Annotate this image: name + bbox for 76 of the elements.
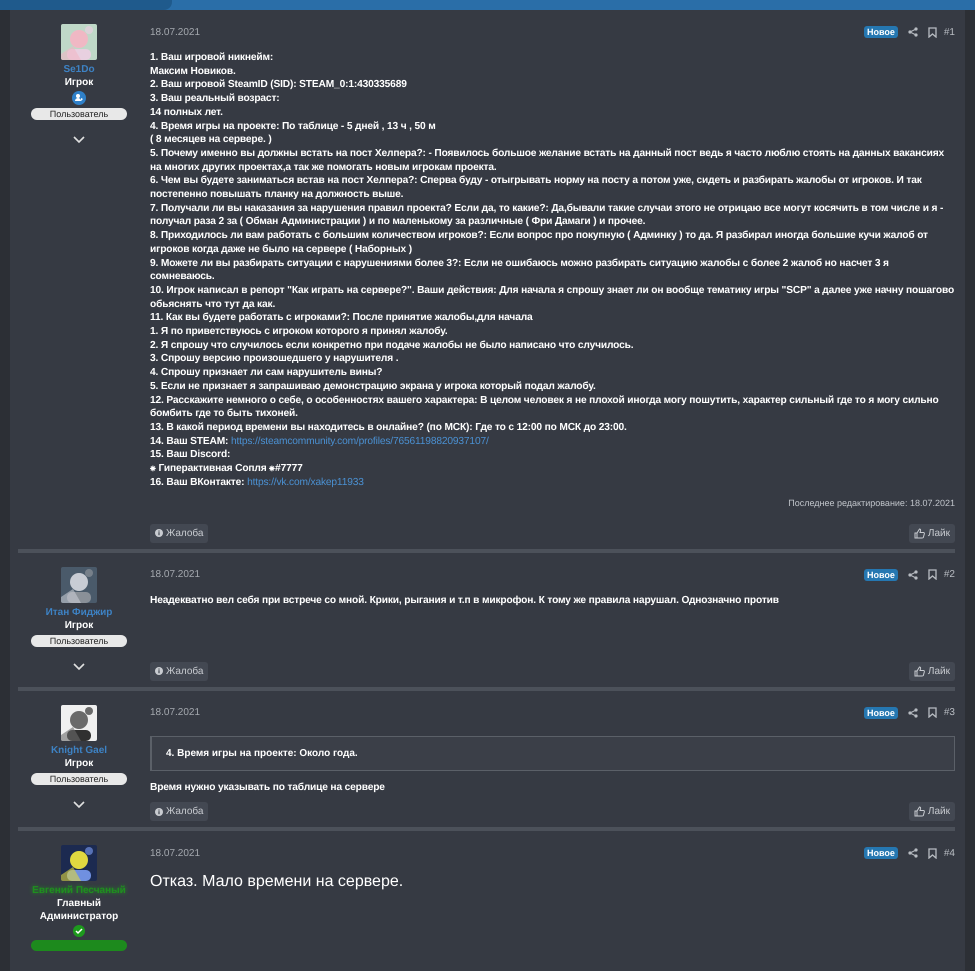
info-icon xyxy=(155,529,163,537)
report-button[interactable]: Жалоба xyxy=(150,802,208,822)
like-button[interactable]: Лайк xyxy=(908,662,955,680)
share-icon[interactable] xyxy=(908,570,918,580)
thumbs-up-icon xyxy=(914,666,925,676)
post-text: 8. Приходилось ли вам работать с большим количеством игроков?: Если вопрос про покупную ( Админку ) то да. Я разбирал иногда большие кучи жалоб от игроков когда даже не было на сервере ( Наборных ) xyxy=(150,229,929,257)
post-text: Максим Новиков. xyxy=(150,64,237,78)
bookmark-icon[interactable] xyxy=(928,26,937,38)
post-text: 12. Расскажите немного о себе, о особенностях вашего характера: В целом человек я не плохой иногда могу пошутить, характер сильный где то я могу сильно бомбить где то быть тихоней. xyxy=(150,394,940,421)
post-date: 18.07.2021 xyxy=(150,707,202,718)
role-banner: Пользователь xyxy=(31,108,127,120)
user-title: Главный Администратор xyxy=(38,897,120,924)
user-title: Игрок xyxy=(64,76,94,89)
new-badge: Новое xyxy=(864,706,898,718)
share-icon[interactable] xyxy=(908,27,918,37)
bookmark-icon[interactable] xyxy=(928,848,937,859)
post-text: 5. Если не признает я запрашиваю демонстрацию экрана у игрока который подал жалобу. xyxy=(150,380,597,394)
report-button[interactable]: Жалоба xyxy=(150,662,208,680)
check-icon xyxy=(73,925,85,938)
post-text: ⁕ Гиперактивная Сопля ⁕#7777 xyxy=(150,462,304,476)
chevron-icon[interactable] xyxy=(73,800,85,808)
post-number[interactable]: #4 xyxy=(944,848,955,859)
post-text: 4. Время игры на проекте: По таблице - 5 дней , 13 ч , 50 м xyxy=(150,120,437,134)
user-icon xyxy=(72,91,86,105)
post-number[interactable]: #2 xyxy=(944,569,955,580)
bookmark-icon[interactable] xyxy=(928,707,937,718)
post-text: 9. Можете ли вы разбирать ситуации с нарушениями более 3?: Если не ошибаюсь можно разбирать ситуацию жалобы с более 2 жалоб но насчет 3 я сомневаюсь. xyxy=(150,256,890,284)
post-text: 2. Я спрошу что случилось если конкретно при подаче жалобы не было написано что случилось. xyxy=(150,338,634,352)
post-text: 2. Ваш игровой SteamID (SID): STEAM_0:1:430335689 xyxy=(150,78,408,92)
post-text: 1. Ваш игровой никнейм: xyxy=(150,51,274,65)
new-badge: Новое xyxy=(864,568,898,580)
post-text: 5. Почему именно вы должны встать на пост Хелпера?: - Появилось большое желание встать на данный пост ведь я часто люблю стоять на данных вакансиях на многих других проектах,а так же помогать новым игрокам проекта. xyxy=(150,146,946,174)
link[interactable]: https://vk.com/xakep11933 xyxy=(247,476,364,488)
role-banner: Пользователь xyxy=(31,772,127,784)
post-text: Время нужно указывать по таблице на сервере xyxy=(150,780,386,794)
like-button[interactable]: Лайк xyxy=(908,524,955,542)
post-text: Неадекватно вел себя при встрече со мной. Крики, рыгания и т.п в микрофон. К тому же правила нарушал. Однозначно против xyxy=(150,594,780,608)
edited-note: Последнее редактирование: 18.07.2021 xyxy=(787,498,955,508)
bookmark-icon[interactable] xyxy=(928,569,937,580)
chevron-icon[interactable] xyxy=(73,662,85,670)
thumbs-up-icon xyxy=(914,806,925,818)
post-text: 10. Игрок написал в репорт "Как играть на сервере?". Ваши действия: Для начала я спрошу знает ли он вообще тематику игры "SCP" а далее уже начну пошагово обьяснять что тут да как. xyxy=(150,284,955,312)
post-text: 13. В какой период времени вы находитесь в онлайне? (по МСК): Где то с 12:00 по МСК до 23:00. xyxy=(150,420,628,435)
post-text: 6. Чем вы будете заниматься встав на пост Хелпера?: Сперва буду - отыгрывать норму на посту а потом уже, сидеть и разбирать жалобы от игроков. И так постепенно повышать планку на должность выше. xyxy=(150,174,923,202)
info-icon xyxy=(155,808,163,816)
info-icon xyxy=(155,667,163,675)
post-text: Отказ. Мало времени на сервере. xyxy=(150,872,404,892)
report-button[interactable]: Жалоба xyxy=(150,524,208,542)
post-text: 3. Спрошу версию произошедшего у нарушителя . xyxy=(150,352,400,366)
post-text: 1. Я по приветствуюсь с игроком которого я принял жалобу. xyxy=(150,325,449,339)
user-title: Игрок xyxy=(64,618,94,632)
post-number[interactable]: #3 xyxy=(944,707,955,718)
chevron-icon[interactable] xyxy=(73,136,85,144)
share-icon[interactable] xyxy=(908,848,918,858)
like-button[interactable]: Лайк xyxy=(908,802,955,822)
post-text: 15. Ваш Discord: xyxy=(150,448,232,462)
share-icon[interactable] xyxy=(908,708,918,718)
post-date: 18.07.2021 xyxy=(150,848,202,859)
thumbs-up-icon xyxy=(914,528,925,538)
role-banner: Пользователь xyxy=(31,634,127,646)
post-text: 11. Как вы будете работать с игроками?: После принятие жалобы,для начала xyxy=(150,311,534,326)
post-date: 18.07.2021 xyxy=(150,26,202,38)
post-number[interactable]: #1 xyxy=(944,26,955,38)
new-badge: Новое xyxy=(864,847,898,860)
post-text: 14 полных лет. xyxy=(150,106,224,120)
post-text: 7. Получали ли вы наказания за нарушения правил проекта? Если да, то какие?: Да,бывали такие случаи этого не отрицаю все могут косячить в том числе и я - получал раза 2 за ( Обман Администрации ) и по маленькому за различные ( Фри Дамаги ) и прочее. xyxy=(150,202,944,230)
post-date: 18.07.2021 xyxy=(150,569,202,580)
post-text: 14. Ваш STEAM: https://steamcommunity.com/profiles/76561198820937107/ xyxy=(150,434,490,448)
post-text: ( 8 месяцев на сервере. ) xyxy=(150,133,273,147)
post-text: 3. Ваш реальный возраст: xyxy=(150,92,281,106)
post-text: 16. Ваш ВКонтакте: https://vk.com/xakep11933 xyxy=(150,476,365,490)
user-title: Игрок xyxy=(64,756,94,770)
link[interactable]: https://steamcommunity.com/profiles/76561198820937107/ xyxy=(230,436,489,447)
quote-block: 4. Время игры на проекте: Около года. xyxy=(150,736,955,770)
new-badge: Новое xyxy=(864,26,898,38)
post-text: 4. Спрошу признает ли сам нарушитель вины? xyxy=(150,366,384,380)
